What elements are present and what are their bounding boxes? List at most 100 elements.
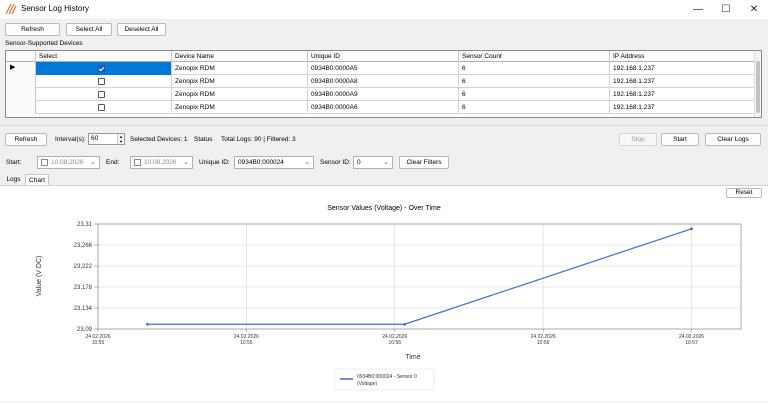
column-header-ip-address[interactable]: IP Address xyxy=(610,51,756,62)
deselect-all-button[interactable]: Deselect All xyxy=(117,23,166,36)
column-header-select[interactable]: Select xyxy=(36,51,172,62)
device-name-cell: Zenopix RDM xyxy=(172,101,308,114)
refresh-devices-button[interactable]: Refresh xyxy=(5,23,60,36)
row-checkbox[interactable] xyxy=(98,78,105,85)
row-checkbox[interactable] xyxy=(98,65,105,72)
x-tick-label-time: 10:56 xyxy=(389,340,402,346)
row-checkbox[interactable] xyxy=(98,91,105,98)
interval-label: Interval(s): xyxy=(55,136,86,143)
x-axis-label: Time xyxy=(405,354,420,361)
y-tick-label: 23,178 xyxy=(74,285,93,291)
end-date-label: End: xyxy=(106,159,120,166)
chevron-down-icon[interactable]: ⌄ xyxy=(90,157,96,168)
voltage-line-chart[interactable]: Sensor Values (Voltage) - Over Time 23,3… xyxy=(0,186,768,403)
select-cell[interactable] xyxy=(36,62,172,75)
select-cell[interactable] xyxy=(36,88,172,101)
stop-button[interactable]: Stop xyxy=(619,133,657,146)
refresh-logs-button[interactable]: Refresh xyxy=(5,133,47,146)
end-date-picker[interactable]: 10.08.2026 ⌄ xyxy=(130,156,193,169)
sensor-count-cell: 6 xyxy=(459,62,610,75)
minimize-button[interactable]: — xyxy=(684,0,712,19)
table-row[interactable]: Zenopix RDM 0934B0:0000A9 6 192.168.1.23… xyxy=(6,88,756,101)
end-date-value: 10.08.2026 xyxy=(144,159,177,166)
stepper-arrows-icon[interactable]: ▲ ▼ xyxy=(117,134,124,144)
chevron-down-icon[interactable]: ⌄ xyxy=(383,157,389,168)
row-header[interactable] xyxy=(6,101,36,114)
start-date-picker[interactable]: 10.08.2026 ⌄ xyxy=(37,156,100,169)
chevron-down-icon[interactable]: ⌄ xyxy=(183,157,189,168)
status-label: Status xyxy=(194,136,213,143)
chart-title: Sensor Values (Voltage) - Over Time xyxy=(327,205,441,212)
select-all-button[interactable]: Select All xyxy=(66,23,112,36)
x-tick-label-time: 10:57 xyxy=(685,340,698,346)
clear-filters-button[interactable]: Clear Filters xyxy=(399,156,449,169)
x-tick-label-time: 10:55 xyxy=(240,340,253,346)
app-icon xyxy=(5,3,17,15)
row-header[interactable] xyxy=(6,88,36,101)
devices-grid: Select Device Name Unique ID Sensor Coun… xyxy=(5,50,762,118)
row-header-corner xyxy=(6,51,36,62)
chart-ticks: 23,3123,26623,22223,17823,13423,0924.02.… xyxy=(74,222,705,346)
chart-grid xyxy=(97,223,741,330)
interval-value: 60 xyxy=(91,135,99,142)
column-header-device-name[interactable]: Device Name xyxy=(172,51,308,62)
unique-id-cell: 0934B0:0000A8 xyxy=(308,75,459,88)
grid-header: Select Device Name Unique ID Sensor Coun… xyxy=(6,51,761,62)
tab-logs[interactable]: Logs xyxy=(4,174,23,185)
row-header[interactable] xyxy=(6,75,36,88)
chart-panel: Reset Sensor Values (Voltage) - Over Tim… xyxy=(0,185,768,402)
data-point[interactable] xyxy=(403,322,407,326)
ip-address-cell: 192.168.1.237 xyxy=(610,88,756,101)
chevron-down-icon[interactable]: ⌄ xyxy=(304,157,310,168)
ip-address-cell: 192.168.1.237 xyxy=(610,101,756,114)
y-axis-label: Value (V DC) xyxy=(36,256,43,297)
tab-chart[interactable]: Chart xyxy=(25,174,49,185)
legend-series-name: 0934B0:000024 - Sensor 0 xyxy=(357,374,417,380)
start-button[interactable]: Start xyxy=(661,133,699,146)
unique-id-cell: 0934B0:0000A9 xyxy=(308,88,459,101)
unique-id-selected: 0934B0:000024 xyxy=(238,159,284,166)
column-header-unique-id[interactable]: Unique ID xyxy=(308,51,459,62)
data-point[interactable] xyxy=(690,227,693,231)
select-cell[interactable] xyxy=(36,75,172,88)
device-name-cell: Zenopix RDM xyxy=(172,75,308,88)
maximize-button[interactable]: ☐ xyxy=(712,0,740,19)
x-tick-label-time: 10:56 xyxy=(537,340,550,346)
y-tick-label: 23,31 xyxy=(77,222,93,228)
total-logs-status: Total Logs: 90 | Filtered: 3 xyxy=(221,136,296,143)
scrollbar-thumb[interactable] xyxy=(756,61,760,113)
unique-id-dropdown[interactable]: 0934B0:000024 ⌄ xyxy=(234,156,314,169)
ip-address-cell: 192.168.1.237 xyxy=(610,62,756,75)
data-point[interactable] xyxy=(146,322,149,326)
start-date-label: Start: xyxy=(6,159,22,166)
sensor-id-selected: 0 xyxy=(357,159,361,166)
start-date-value: 10.08.2026 xyxy=(51,159,84,166)
start-date-checkbox[interactable] xyxy=(41,159,48,166)
y-tick-label: 23,09 xyxy=(77,327,93,333)
section-divider xyxy=(0,125,768,126)
selected-devices-count: Selected Devices: 1 xyxy=(130,136,188,143)
select-cell[interactable] xyxy=(36,101,172,114)
table-row[interactable]: Zenopix RDM 0934B0:0000A6 6 192.168.1.23… xyxy=(6,101,756,114)
sensor-id-label: Sensor ID: xyxy=(320,159,351,166)
interval-stepper[interactable]: 60 ▲ ▼ xyxy=(88,133,125,145)
table-row[interactable]: ▶ Zenopix RDM 0934B0:0000A5 6 192.168.1.… xyxy=(6,62,756,75)
grid-vertical-scrollbar[interactable] xyxy=(754,51,761,117)
row-header[interactable]: ▶ xyxy=(6,62,36,75)
y-tick-label: 23,222 xyxy=(74,264,93,270)
end-date-checkbox[interactable] xyxy=(134,159,141,166)
row-checkbox[interactable] xyxy=(98,104,105,111)
table-row[interactable]: Zenopix RDM 0934B0:0000A8 6 192.168.1.23… xyxy=(6,75,756,88)
sensor-id-dropdown[interactable]: 0 ⌄ xyxy=(353,156,393,169)
column-header-sensor-count[interactable]: Sensor Count xyxy=(459,51,610,62)
sensor-count-cell: 6 xyxy=(459,88,610,101)
device-name-cell: Zenopix RDM xyxy=(172,88,308,101)
unique-id-cell: 0934B0:0000A6 xyxy=(308,101,459,114)
ip-address-cell: 192.168.1.237 xyxy=(610,75,756,88)
clear-logs-button[interactable]: Clear Logs xyxy=(705,133,761,146)
x-tick-label-time: 10:55 xyxy=(92,340,105,346)
close-button[interactable]: ✕ xyxy=(740,0,768,19)
sensor-log-history-window: Sensor Log History — ☐ ✕ Refresh Select … xyxy=(0,0,768,402)
chart-series xyxy=(146,227,693,326)
device-name-cell: Zenopix RDM xyxy=(172,62,308,75)
